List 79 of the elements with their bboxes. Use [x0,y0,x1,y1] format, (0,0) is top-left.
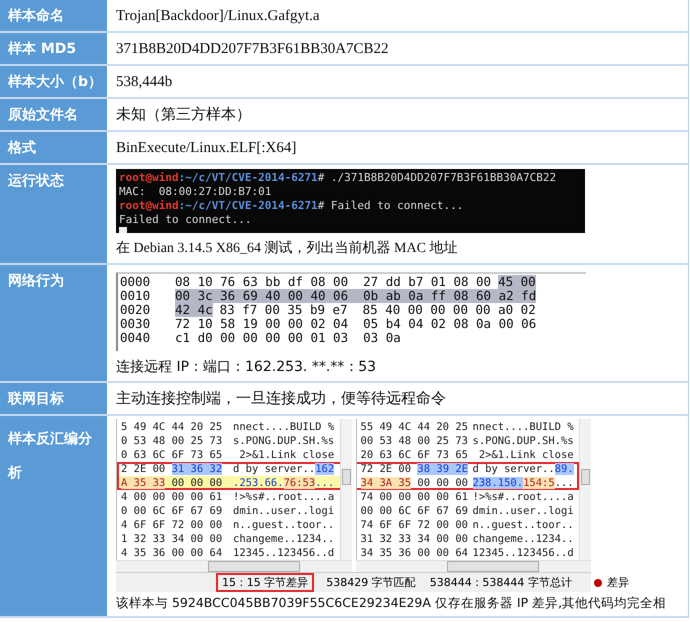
hex-bytes: 20 63 6C 6F 73 65 [360,448,469,462]
ascii-text: 12345..123456..d [472,546,575,560]
field-label: 格式 [0,132,107,163]
ascii-text: !>%s#..root....a [472,490,575,504]
ascii-text: n..guest..toor.. [472,518,575,532]
field-value: 538,444b [116,73,174,92]
terminal-line: root@wind:~/c/VT/CVE-2014-6271# ./371B8B20D4DD207F7B3F61BB30A7CB22 [119,171,558,185]
field-label: 样本大小（b） [0,66,107,97]
ascii-text: d by server..89. [472,462,575,476]
hex-bytes: 83 f7 00 35 b9 e7 85 40 00 00 00 00 a0 02 [220,303,536,317]
field-label: 原始文件名 [0,99,107,130]
hex-bytes: 34 3A 35 00 00 00 [360,476,469,490]
field-value: Trojan[Backdoor]/Linux.Gafgyt.a [116,7,321,26]
status-text: 538444 : 538444 字节总计 [428,575,573,590]
ascii-text: s.PONG.DUP.SH.%s [233,434,336,448]
ascii-text: changeme..1234.. [233,532,336,546]
hex-bytes: 00 00 6C 6F 67 69 [360,504,469,518]
ascii-text: 12345..123456..d [233,546,336,560]
hex-bytes: 2 2E 00 31 36 32 [121,462,224,476]
hex-bytes: A 35 33 00 00 00 [121,476,224,490]
hex-bytes: 08 10 76 63 bb df 08 00 27 dd b7 01 08 00 [175,275,492,289]
status-text: 15 : 15 字节差异 [216,573,314,592]
field-value: 371B8B20D4DD207F7B3F61BB30A7CB22 [116,40,390,59]
field-label: 样本命名 [0,0,107,31]
caption-text: 在 Debian 3.14.5 X86_64 测试，列出当前机器 MAC 地址 [116,240,458,258]
hex-bytes: 55 49 4C 44 20 25 [360,420,469,434]
hex-bytes: 74 6F 6F 72 00 00 [360,518,469,532]
legend-text: 差异 [606,575,629,590]
ascii-text: !>%s#..root....a [233,490,336,504]
ascii-text: nnect....BUILD % [472,420,575,434]
hex-bytes: c1 d0 00 00 00 00 01 03 03 0a [175,331,401,345]
field-value: 主动连接控制端，一旦连接成功，便等待远程命令 [116,389,447,409]
field-value: BinExecute/Linux.ELF[:X64] [116,139,298,158]
terminal-line: Failed to connect... [119,213,252,227]
hex-bytes: 72 10 58 19 00 00 02 04 05 b4 04 02 08 0a 00 06 [175,317,536,331]
caption-text: 该样本与 5924BCC045BB7039F55C6CE29234E29A 仅存在服务器 IP 差异,其他代码均完全相 [116,594,668,612]
ascii-text: nnect....BUILD % [233,420,336,434]
terminal-line: root@wind:~/c/VT/CVE-2014-6271# Failed to connect... [119,199,464,213]
ascii-text: s.PONG.DUP.SH.%s [472,434,575,448]
hex-bytes: 4 35 36 00 00 64 [121,546,224,560]
hex-bytes: 72 2E 00 38 39 2E [360,462,469,476]
ascii-text: 2>&1.Link close [238,448,336,462]
field-label: 联网目标 [0,383,107,414]
ascii-text: n..guest..toor.. [233,518,336,532]
hex-bytes: 0 53 48 00 25 73 [121,434,224,448]
ascii-text: dmin..user..logi [233,504,336,518]
field-label: 样本 MD5 [0,33,107,64]
hex-offset: 0030 [120,317,152,331]
hex-bytes: 4 6F 6F 72 00 00 [121,518,224,532]
hex-bytes: 34 35 36 00 00 64 [360,546,469,560]
hex-bytes: 1 32 33 34 00 00 [121,532,224,546]
field-label: 样本反汇编分析 [0,416,107,616]
field-value: 未知（第三方样本） [116,105,252,125]
field-label: 运行状态 [0,165,107,263]
ascii-text: d by server..162 [233,462,336,476]
status-text: 538429 字节匹配 [325,575,417,590]
ascii-text: dmin..user..logi [472,504,575,518]
ascii-text: 238.150.154:5... [472,476,575,490]
ascii-text: changeme..1234.. [472,532,575,546]
hex-bytes: 4 00 00 00 00 61 [121,490,224,504]
hex-bytes: 00 53 48 00 25 73 [360,434,469,448]
hex-offset: 0010 [120,289,152,303]
hex-offset: 0040 [120,331,152,345]
hex-bytes: 0 63 6C 6F 73 65 [121,448,224,462]
ascii-text: 2>&1.Link close [478,448,575,462]
cursor-block [119,227,127,233]
caption-text: 连接远程 IP：端口：162.253. **.**：53 [116,358,378,377]
hex-offset: 0000 [120,275,152,289]
hex-bytes: 45 00 [498,275,536,289]
hex-offset: 0020 [120,303,152,317]
terminal-line: MAC: 08:00:27:DD:B7:01 [119,185,272,199]
field-label: 网络行为 [0,265,107,381]
hex-bytes: 31 32 33 34 00 00 [360,532,469,546]
hex-bytes: 00 3c 36 69 40 00 40 06 0b ab 0a ff 08 60 a2 fd [175,289,536,303]
hex-bytes: 74 00 00 00 00 61 [360,490,469,504]
hex-bytes: 5 49 4C 44 20 25 [121,420,224,434]
hex-bytes: 0 00 6C 6F 67 69 [121,504,224,518]
hex-bytes: 42 4c [175,303,213,317]
ascii-text: .253.66.76:53... [233,476,336,490]
